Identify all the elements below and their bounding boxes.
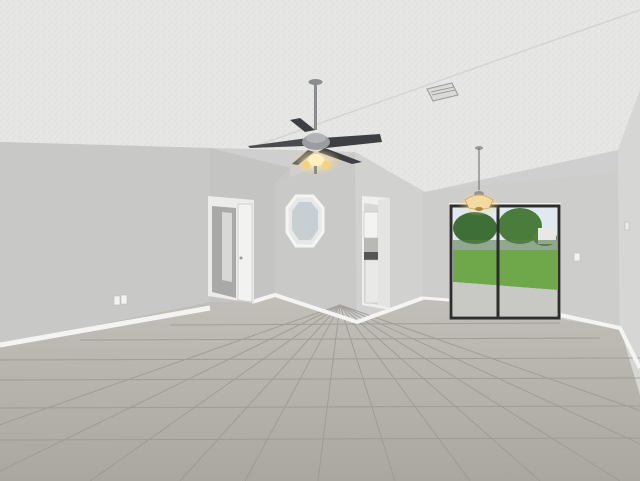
fan-light <box>308 154 324 166</box>
interior-doorway <box>208 196 254 303</box>
thermostat <box>624 221 630 231</box>
baseboard-back <box>422 296 451 302</box>
kitchen-opening <box>362 196 390 310</box>
sliding-glass-door <box>449 203 561 320</box>
room-scene <box>0 0 640 481</box>
octagon-window <box>285 194 325 248</box>
light-switch <box>573 252 581 262</box>
